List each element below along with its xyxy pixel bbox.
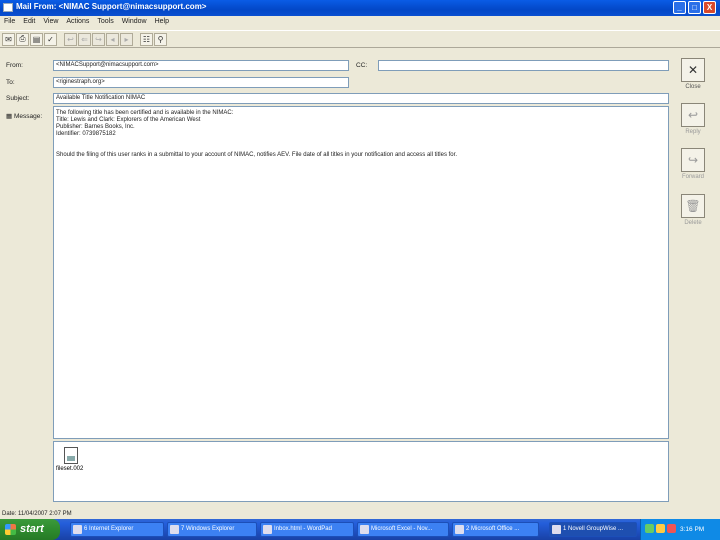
menu-edit[interactable]: Edit xyxy=(23,16,35,28)
window-title: Mail From: <NIMAC Support@nimacsupport.c… xyxy=(16,2,207,11)
minimize-button[interactable]: _ xyxy=(673,1,686,14)
maximize-button[interactable]: □ xyxy=(688,1,701,14)
task-label: 7 Windows Explorer xyxy=(181,526,235,532)
next-item-icon[interactable]: ▸ xyxy=(120,32,133,46)
office-icon xyxy=(455,525,464,534)
message-label: ▦ Message: xyxy=(6,112,42,120)
menu-help[interactable]: Help xyxy=(155,16,169,28)
message-line xyxy=(56,138,666,145)
save-icon[interactable]: ▤ xyxy=(30,32,43,46)
task-label: Inbox.html - WordPad xyxy=(274,526,332,532)
task-label: 2 Microsoft Office ... xyxy=(466,526,520,532)
menu-tools[interactable]: Tools xyxy=(97,16,113,28)
groupwise-icon xyxy=(552,525,561,534)
message-line: Publisher: Barnes Books, Inc. xyxy=(56,124,135,130)
clock[interactable]: 3:16 PM xyxy=(680,519,704,540)
forward-button[interactable]: ↪ xyxy=(681,148,705,172)
mail-app-icon xyxy=(3,3,13,12)
address-book-icon[interactable]: ☷ xyxy=(140,32,153,46)
attachment-file-icon[interactable] xyxy=(64,447,78,464)
message-line: Should the filing of this user ranks in … xyxy=(56,152,457,158)
subject-label: Subject: xyxy=(6,95,30,102)
find-icon[interactable]: ⚲ xyxy=(154,32,167,46)
menu-bar: File Edit View Actions Tools Window Help xyxy=(0,16,720,28)
reply-toolbar-icon[interactable]: ↩ xyxy=(64,32,77,46)
taskbar-item-windows-explorer[interactable]: 7 Windows Explorer xyxy=(167,522,257,537)
close-button[interactable]: ✕ xyxy=(681,58,705,82)
network-icon[interactable] xyxy=(645,524,654,533)
toolbar: ✉ ⎙ ▤ ✓ ↩ ⇐ ↪ ◂ ▸ ☷ ⚲ xyxy=(0,30,720,48)
attachment-name[interactable]: fileset.002 xyxy=(56,466,83,472)
message-line: Title: Lewis and Clark: Explorers of the… xyxy=(56,117,201,123)
from-field[interactable]: <NIMACSupport@nimacsupport.com> xyxy=(53,60,349,71)
antivirus-icon[interactable] xyxy=(667,524,676,533)
status-bar: Date: 11/04/2007 2:07 PM xyxy=(2,511,72,517)
taskbar-item-excel[interactable]: Microsoft Excel - Nov... xyxy=(357,522,449,537)
taskbar-item-wordpad[interactable]: Inbox.html - WordPad xyxy=(260,522,354,537)
subject-field[interactable]: Available Title Notification NIMAC xyxy=(53,93,669,104)
delete-label: Delete xyxy=(684,220,702,226)
message-line: The following title has been certified a… xyxy=(56,110,234,116)
taskbar-item-groupwise[interactable]: 1 Novell GroupWise ... xyxy=(549,522,637,537)
excel-icon xyxy=(360,525,369,534)
cc-field[interactable] xyxy=(378,60,669,71)
start-button[interactable]: start xyxy=(0,519,60,540)
windows-logo-icon xyxy=(5,524,16,535)
taskbar-item-internet-explorer[interactable]: 6 Internet Explorer xyxy=(70,522,164,537)
message-body[interactable]: The following title has been certified a… xyxy=(53,106,669,439)
title-bar[interactable]: Mail From: <NIMAC Support@nimacsupport.c… xyxy=(0,0,720,16)
security-icon[interactable] xyxy=(656,524,665,533)
paperclip-icon: ▦ xyxy=(6,113,13,120)
forward-icon: ↪ xyxy=(687,153,699,167)
task-label: 1 Novell GroupWise ... xyxy=(563,526,624,532)
internet-explorer-icon xyxy=(73,525,82,534)
previous-item-icon[interactable]: ◂ xyxy=(106,32,119,46)
reply-label: Reply xyxy=(685,129,701,135)
menu-view[interactable]: View xyxy=(43,16,58,28)
task-label: Microsoft Excel - Nov... xyxy=(371,526,433,532)
forward-toolbar-icon[interactable]: ↪ xyxy=(92,32,105,46)
new-mail-icon[interactable]: ✉ xyxy=(2,32,15,46)
taskbar: start 6 Internet Explorer 7 Windows Expl… xyxy=(0,519,720,540)
wordpad-icon xyxy=(263,525,272,534)
close-label: Close xyxy=(685,84,701,90)
menu-window[interactable]: Window xyxy=(122,16,147,28)
forward-label: Forward xyxy=(681,174,704,180)
reply-button[interactable]: ↩ xyxy=(681,103,705,127)
delete-button[interactable]: 🗑 xyxy=(681,194,705,218)
cc-label: CC: xyxy=(356,62,368,69)
to-field[interactable]: <riginestraph.org> xyxy=(53,77,349,88)
menu-actions[interactable]: Actions xyxy=(66,16,89,28)
reply-all-toolbar-icon[interactable]: ⇐ xyxy=(78,32,91,46)
mail-window: Mail From: <NIMAC Support@nimacsupport.c… xyxy=(0,0,720,519)
spell-check-icon[interactable]: ✓ xyxy=(44,32,57,46)
attachment-area: fileset.002 xyxy=(53,441,669,502)
task-label: 6 Internet Explorer xyxy=(84,526,134,532)
close-window-button[interactable]: X xyxy=(703,1,716,14)
print-icon[interactable]: ⎙ xyxy=(16,32,29,46)
menu-file[interactable]: File xyxy=(4,16,15,28)
trash-icon: 🗑 xyxy=(685,199,701,213)
message-line: Identifier: 0739875182 xyxy=(56,131,116,137)
to-label: To: xyxy=(6,79,15,86)
close-icon: ✕ xyxy=(687,63,699,77)
start-label: start xyxy=(20,523,44,535)
reply-icon: ↩ xyxy=(687,108,699,122)
taskbar-item-office[interactable]: 2 Microsoft Office ... xyxy=(452,522,539,537)
folder-icon xyxy=(170,525,179,534)
message-line xyxy=(56,145,666,152)
message-label-text: Message: xyxy=(13,113,43,120)
from-label: From: xyxy=(6,62,23,69)
